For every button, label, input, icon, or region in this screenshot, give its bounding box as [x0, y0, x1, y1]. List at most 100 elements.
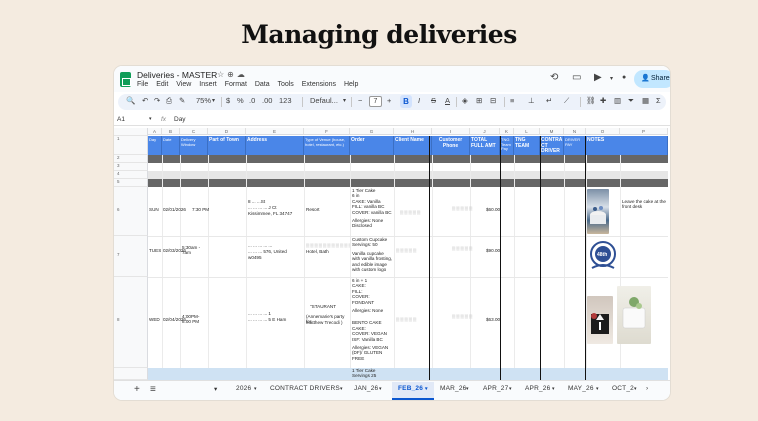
row-number[interactable]: 3 — [114, 163, 148, 171]
column-header-h[interactable]: H — [394, 128, 432, 135]
cell-venue-line1[interactable]: ▒▒▒▒▒▒▒▒▒▒▒▒▒ — [306, 243, 350, 248]
bold-button[interactable]: B — [400, 95, 412, 108]
tab-scroll-right-icon[interactable]: › — [646, 385, 648, 392]
paint-format-icon[interactable]: ✎ — [179, 96, 185, 105]
horizontal-align-icon[interactable]: ≡ — [510, 96, 514, 105]
currency-format-button[interactable]: $ — [226, 96, 230, 105]
cell-window[interactable]: 5:30am - 7am — [182, 245, 208, 256]
header-driver-pay[interactable]: DRIVER PAY — [564, 136, 586, 155]
cell-window[interactable]: 7:30 PM — [192, 207, 209, 212]
print-icon[interactable]: ⎙ — [166, 96, 172, 106]
sheet-tab-feb-26[interactable]: FEB_26 — [398, 385, 423, 392]
column-header-e[interactable]: E — [246, 128, 304, 135]
column-header-n[interactable]: N — [564, 128, 586, 135]
header-notes[interactable]: NOTES — [586, 136, 668, 155]
menu-edit[interactable]: Edit — [156, 81, 168, 88]
text-rotate-icon[interactable]: ⟋ — [564, 96, 569, 106]
menu-help[interactable]: Help — [344, 81, 358, 88]
cell-address-line2[interactable]: ... ... ... ... J Ct — [248, 205, 304, 210]
column-header-o[interactable]: O — [586, 128, 620, 135]
sheet-tab-jan-26[interactable]: JAN_26 — [354, 385, 378, 392]
column-header-i[interactable]: I — [432, 128, 470, 135]
cell-address-line1[interactable]: ... ... ... ... 1 — [248, 311, 304, 316]
tab-chevron-icon[interactable]: ▾ — [552, 386, 555, 392]
move-folder-icon[interactable]: ⊕ — [227, 70, 237, 79]
menu-file[interactable]: File — [137, 81, 148, 88]
column-header-p[interactable]: P — [620, 128, 668, 135]
tab-chevron-icon[interactable]: ▾ — [509, 386, 512, 392]
cell-venue-line1[interactable]: "STAURANT — [310, 304, 350, 309]
header-order[interactable]: Order — [350, 136, 394, 155]
cell-address-line2[interactable]: ... ... ... ... 5 E Ham — [248, 317, 304, 322]
strikethrough-button[interactable]: S — [431, 96, 436, 105]
column-header-l[interactable]: L — [514, 128, 540, 135]
row-number[interactable]: 8 — [114, 277, 148, 368]
header-contract-driver[interactable]: CONTRA CT DRIVER — [540, 136, 564, 155]
tab-chevron-icon[interactable]: ▾ — [596, 386, 599, 392]
header-client-name[interactable]: Client Name — [394, 136, 432, 155]
row-number[interactable]: 1 — [114, 136, 148, 155]
tab-chevron-icon[interactable]: ▾ — [254, 386, 257, 392]
column-header-g[interactable]: G — [350, 128, 394, 135]
column-header-k[interactable]: K — [500, 128, 514, 135]
column-header-d[interactable]: D — [208, 128, 246, 135]
functions-icon[interactable]: Σ — [656, 96, 661, 105]
cell-venue[interactable]: Resort — [306, 207, 320, 212]
tab-chevron-icon[interactable]: ▾ — [634, 386, 637, 392]
column-header-f[interactable]: F — [304, 128, 350, 135]
tab-chevron-icon[interactable]: ▾ — [340, 386, 343, 392]
borders-icon[interactable]: ⊞ — [476, 96, 482, 105]
sheet-tab-mar-26[interactable]: MAR_26 — [440, 385, 467, 392]
cell-day[interactable]: WED — [149, 317, 160, 322]
cell-order[interactable]: 1 Tier Cake 6 in CAKE: Vanilla FILL: van… — [352, 188, 392, 229]
filter-icon[interactable]: ⏷ — [628, 96, 634, 106]
header-address[interactable]: Address — [246, 136, 304, 155]
sheet-tab-apr-26[interactable]: APR_26 — [525, 385, 550, 392]
cell-address-line1[interactable]: 8 ... ...St — [248, 199, 304, 204]
cell-customer-phone[interactable]: ▒▒▒▒▒ — [452, 314, 473, 319]
column-header-j[interactable]: J — [470, 128, 500, 135]
insert-chart-icon[interactable]: ▥ — [614, 96, 621, 105]
text-color-button[interactable]: A — [445, 96, 450, 105]
merge-cells-icon[interactable]: ⊟ — [490, 96, 496, 105]
cell-total[interactable]: $63.00 — [486, 317, 500, 322]
header-type-of-venue[interactable]: Type of Venue (house, hotel, restaurant,… — [304, 136, 350, 155]
row-number[interactable] — [114, 368, 148, 380]
header-date[interactable]: Date — [162, 136, 180, 155]
increase-decimal-button[interactable]: .00 — [262, 96, 272, 105]
row-number[interactable]: 6 — [114, 187, 148, 236]
menu-extensions[interactable]: Extensions — [302, 81, 336, 88]
cell-venue-line3[interactable]: Matthew Trecodi ) — [306, 320, 350, 325]
cell-total[interactable]: $60.00 — [486, 207, 500, 212]
decrease-decimal-button[interactable]: .0 — [249, 96, 255, 105]
cell-window[interactable]: 4:00PM-8:00 PM — [182, 314, 208, 325]
header-tng-team[interactable]: TNG TEAM — [514, 136, 540, 155]
select-all-corner[interactable] — [114, 128, 148, 136]
star-icon[interactable]: ☆ — [217, 70, 227, 79]
cell-customer-phone[interactable]: ▒▒▒▒▒ — [452, 206, 473, 211]
meet-icon[interactable]: ▶ — [594, 72, 602, 83]
row-number[interactable]: 4 — [114, 171, 148, 179]
zoom-chevron-icon[interactable]: ▾ — [212, 97, 215, 104]
cell-client-name[interactable]: ▒▒▒▒▒ — [396, 248, 417, 253]
column-header-b[interactable]: B — [162, 128, 180, 135]
history-icon[interactable]: ⟲ — [550, 72, 558, 83]
header-part-of-town[interactable]: Part of Town — [208, 136, 246, 155]
cell-client-name[interactable]: ▒▒▒▒▒ — [396, 317, 417, 322]
header-tng-team-pay[interactable]: TNG Team Pay — [500, 136, 514, 155]
font-family-select[interactable]: Defaul... — [310, 96, 338, 105]
undo-icon[interactable]: ↶ — [142, 96, 148, 105]
redo-icon[interactable]: ↷ — [154, 96, 160, 105]
tab-chevron-icon[interactable]: ▾ — [425, 386, 428, 392]
percent-format-button[interactable]: % — [237, 96, 244, 105]
header-customer-phone[interactable]: Customer Phone — [432, 136, 470, 155]
sheet-tab-apr-27[interactable]: APR_27 — [483, 385, 508, 392]
cell-address-line2[interactable]: ... ... ... 576, United — [248, 249, 304, 254]
insert-link-icon[interactable]: ⛓ — [586, 96, 596, 105]
row-number[interactable]: 2 — [114, 155, 148, 163]
cell-order[interactable]: Custom Cupcake Servings: 50 Vanilla cupc… — [352, 237, 394, 272]
chevron-down-icon[interactable]: ▾ — [610, 75, 613, 82]
header-day[interactable]: Day — [148, 136, 162, 155]
tab-chevron-icon[interactable]: ▾ — [466, 386, 469, 392]
font-size-increase-button[interactable]: + — [387, 96, 391, 105]
